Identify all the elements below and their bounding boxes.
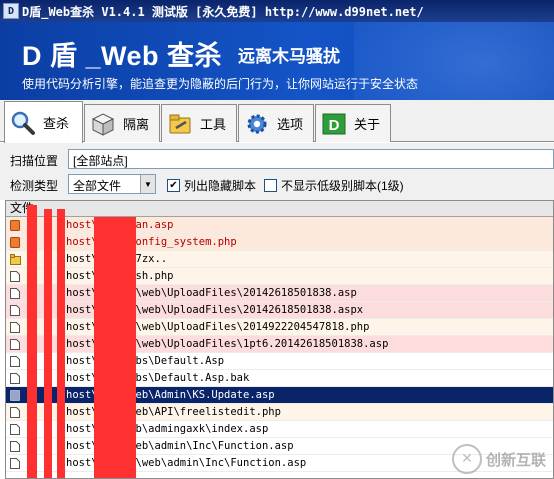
redaction-bar [57, 209, 65, 478]
file-path: host\ web\config_system.php [66, 236, 237, 248]
table-row[interactable]: host\ web\config_system.php [6, 234, 553, 251]
tab-tools[interactable]: 工具 [161, 104, 237, 142]
svg-text:D: D [329, 117, 340, 134]
tab-tools-label: 工具 [200, 117, 227, 132]
chevron-down-icon[interactable]: ▼ [140, 175, 155, 193]
file-icon [10, 373, 20, 384]
gear-icon [243, 110, 271, 138]
d-logo-icon: D [320, 110, 348, 138]
redaction-bar [44, 209, 52, 478]
magnifier-icon [9, 109, 37, 137]
table-row[interactable]: host\ web\bbs\Default.Asp [6, 353, 553, 370]
detect-type-select[interactable]: 全部文件 ▼ [68, 174, 156, 194]
show-hidden-scripts-label: 列出隐藏脚本 [184, 179, 257, 193]
tab-quarantine[interactable]: 隔离 [84, 104, 160, 142]
results-list[interactable]: 文件 host\ web\ban.asp host\ web\config_sys… [5, 200, 554, 479]
banner-title: D 盾 _Web 查杀 [22, 41, 223, 71]
results-rows: host\ web\ban.asp host\ web\config_system… [6, 217, 553, 472]
checkbox-checked-icon[interactable]: ✔ [167, 179, 180, 192]
redaction-bar [94, 217, 136, 478]
table-row[interactable]: host\ e1011\web\UploadFiles\201426185018… [6, 302, 553, 319]
scan-location-label: 扫描位置 [10, 154, 59, 168]
tab-options[interactable]: 选项 [238, 104, 314, 142]
table-row[interactable]: host\ e1011\web\UploadFiles\201426185018… [6, 285, 553, 302]
table-row[interactable]: host\ web\bbs\Default.Asp.bak [6, 370, 553, 387]
table-row[interactable]: host\ e1011\web\UploadFiles\201492220454… [6, 319, 553, 336]
file-icon [10, 356, 20, 367]
file-icon [10, 288, 20, 299]
column-header-file[interactable]: 文件 [6, 201, 553, 217]
banner: D 盾 _Web 查杀 远离木马骚扰 使用代码分析引擎，能追查更为隐蔽的后门行为… [0, 22, 554, 100]
table-row[interactable]: host\ e1011\web\UploadFiles\1pt6.2014261… [6, 336, 553, 353]
tab-about[interactable]: D 关于 [315, 104, 391, 142]
banner-subtitle: 远离木马骚扰 [238, 47, 340, 66]
file-icon [10, 441, 20, 452]
hide-low-level-checkbox[interactable]: 不显示低级别脚本(1级) [264, 177, 404, 194]
table-row[interactable]: host\ 66\web\admingaxk\index.asp [6, 421, 553, 438]
checkbox-unchecked-icon[interactable] [264, 179, 277, 192]
table-row[interactable]: host\ ao2\web\Admin\KS.Update.asp [6, 387, 553, 404]
tab-quarantine-label: 隔离 [123, 117, 150, 132]
table-row[interactable]: host\ web\x7zx.. [6, 251, 553, 268]
folder-tools-icon [166, 110, 194, 138]
file-icon [10, 424, 20, 435]
file-icon [10, 322, 20, 333]
file-icon [10, 407, 20, 418]
orange-file-icon [10, 237, 20, 248]
watermark-logo-icon: ✕ [452, 444, 482, 474]
tab-strip: 查杀 隔离 工具 选项 D 关于 [0, 100, 554, 143]
tab-about-label: 关于 [354, 117, 381, 132]
file-icon [10, 271, 20, 282]
watermark: ✕ 创新互联 [452, 444, 546, 474]
file-path: host\ web\bbs\Default.Asp [66, 355, 225, 367]
file-icon [10, 390, 20, 401]
file-icon [10, 339, 20, 350]
watermark-text: 创新互联 [486, 451, 547, 469]
table-row[interactable]: host\ web\ban.asp [6, 217, 553, 234]
scan-options-panel: 扫描位置 [全部站点] 检测类型 全部文件 ▼ ✔ 列出隐藏脚本 不显示低级别脚… [0, 143, 554, 200]
show-hidden-scripts-checkbox[interactable]: ✔ 列出隐藏脚本 [167, 177, 256, 194]
tab-options-label: 选项 [277, 117, 304, 132]
tab-scan[interactable]: 查杀 [4, 101, 83, 143]
title-bar[interactable]: D D盾_Web查杀 V1.4.1 测试版 [永久免费] http://www.… [0, 0, 554, 22]
folder-icon [10, 254, 21, 265]
detect-type-value: 全部文件 [73, 179, 122, 193]
redaction-bar [27, 205, 37, 478]
scan-location-field[interactable]: [全部站点] [68, 149, 554, 169]
detect-type-label: 检测类型 [10, 179, 59, 193]
file-icon [10, 458, 20, 469]
tab-scan-label: 查杀 [43, 116, 70, 131]
table-row[interactable]: host\ web\ysh.php [6, 268, 553, 285]
box-icon [89, 110, 117, 138]
file-icon [10, 305, 20, 316]
table-row[interactable]: host\ ao2\web\API\freelistedit.php [6, 404, 553, 421]
app-d-icon: D [3, 3, 19, 19]
orange-file-icon [10, 220, 20, 231]
hide-low-level-label: 不显示低级别脚本(1级) [281, 179, 404, 193]
window-title: D盾_Web查杀 V1.4.1 测试版 [永久免费] http://www.d9… [22, 4, 424, 19]
banner-description: 使用代码分析引擎，能追查更为隐蔽的后门行为，让你网站运行于安全状态 [22, 77, 419, 91]
